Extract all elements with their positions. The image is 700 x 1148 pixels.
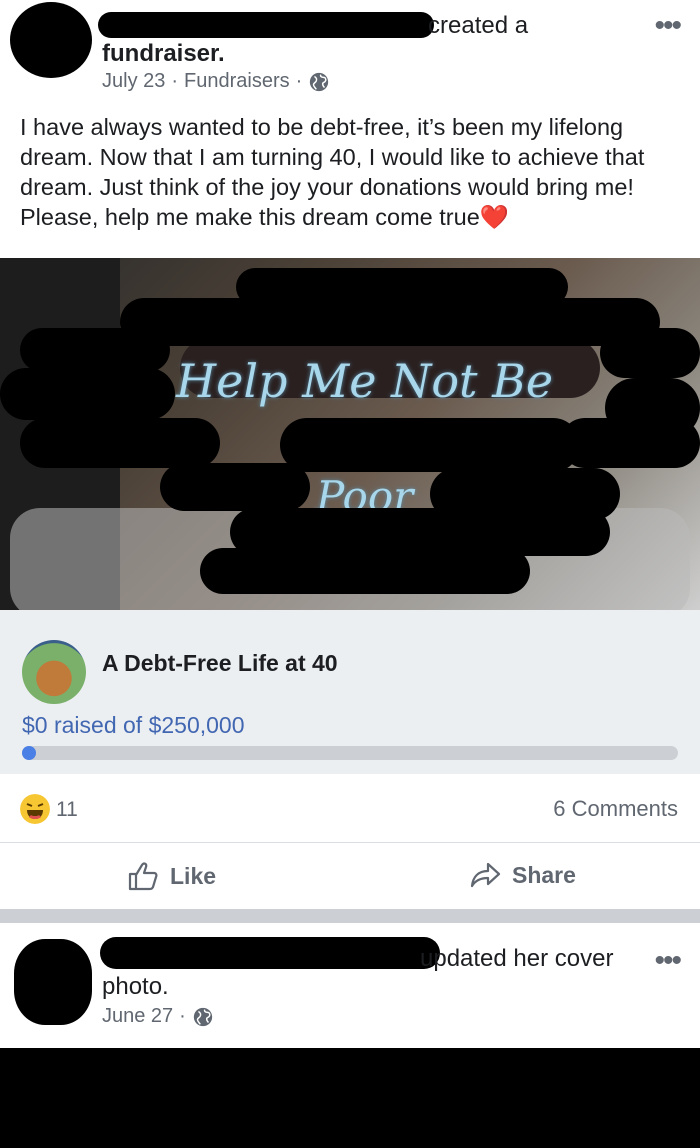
redaction-mark [0,368,175,420]
redaction-mark [560,418,700,468]
reactions-summary: 11 6 Comments [0,774,700,843]
heart-emoji-icon: ❤️ [479,204,510,230]
fundraiser-progress-bar [22,746,678,760]
redacted-name[interactable] [98,12,434,38]
post-date[interactable]: July 23 [102,70,165,93]
globe-icon [193,1007,213,1026]
photo-caption-line1: Help Me Not Be [176,354,554,408]
comments-count[interactable]: 6 Comments [553,796,678,822]
more-options-icon[interactable]: ••• [654,11,681,41]
post-meta: June 27 · [102,1005,214,1028]
fundraiser-cover-photo[interactable]: Help Me Not Be Poor [0,258,700,610]
feed-separator [0,909,700,923]
reaction-count[interactable]: 11 [56,798,78,822]
post-category[interactable]: Fundraisers [184,70,290,93]
like-label: Like [170,862,217,889]
post-meta: July 23 · Fundraisers · [102,70,330,93]
post-header-action: updated her cover [420,945,614,972]
cover-photo-post: updated her cover photo. ••• June 27 · [0,923,700,1048]
more-options-icon[interactable]: ••• [654,946,681,976]
globe-icon [310,72,329,91]
post-actions: Like Share [0,843,700,909]
fundraiser-progress-fill [22,746,36,760]
like-button[interactable]: Like [128,861,216,891]
fundraiser-post: created a fundraiser. ••• July 23 · Fund… [0,0,700,610]
redaction-mark [20,328,170,372]
share-button[interactable]: Share [470,861,576,889]
redacted-avatar[interactable] [10,2,92,78]
post-header-line2: fundraiser. [102,40,225,67]
fundraiser-title[interactable]: A Debt-Free Life at 40 [102,650,338,677]
redaction-mark [280,418,580,472]
redaction-mark [160,463,310,511]
fundraiser-raised: $0 raised of $250,000 [22,712,245,738]
redaction-mark [120,298,660,346]
redacted-avatar[interactable] [14,939,92,1025]
share-arrow-icon [470,862,501,888]
fundraiser-avatar [22,640,86,704]
bottom-black-area [0,1048,700,1148]
thumbs-up-icon [128,862,158,891]
haha-reaction-icon[interactable] [20,794,50,824]
redaction-mark [600,328,700,378]
post-header-line2: photo. [102,973,169,1000]
redaction-mark [20,418,220,468]
post-date[interactable]: June 27 [102,1005,173,1028]
post-header-action: created a [428,12,529,39]
fundraiser-card[interactable]: A Debt-Free Life at 40 $0 raised of $250… [0,610,700,774]
redacted-name[interactable] [100,937,440,969]
share-label: Share [512,861,576,888]
redaction-mark [200,548,530,594]
post-body: I have always wanted to be debt-free, it… [20,114,645,230]
